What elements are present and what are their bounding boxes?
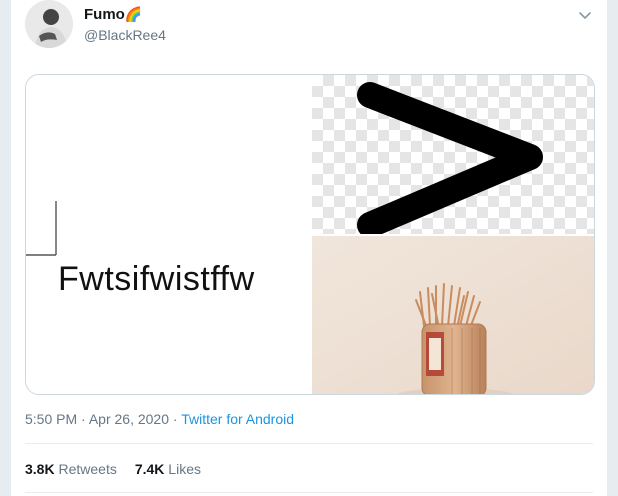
likes-stat[interactable]: 7.4K Likes <box>135 461 201 477</box>
divider <box>25 492 593 493</box>
author-handle[interactable]: @BlackRee4 <box>84 27 166 43</box>
bracket-mark <box>26 201 57 256</box>
retweets-label: Retweets <box>58 461 117 477</box>
media-grid: Fwtsifwistffw <box>25 74 595 395</box>
media-tile-text[interactable]: Fwtsifwistffw <box>26 75 310 394</box>
tweet-card: Fumo🌈 @BlackRee4 Fwtsifwistffw 5:50 PM ·… <box>10 0 608 496</box>
separator-dot: · <box>172 411 178 427</box>
divider <box>25 443 593 444</box>
tweet-stats: 3.8K Retweets 7.4K Likes <box>25 461 201 477</box>
chevron-down-icon[interactable] <box>577 7 593 23</box>
separator-dot: · <box>81 411 86 427</box>
author-name-text: Fumo <box>84 6 125 23</box>
likes-count: 7.4K <box>134 461 165 477</box>
likes-label: Likes <box>168 461 201 477</box>
avatar-image <box>25 0 73 48</box>
tweet-timestamp: 5:50 PM · Apr 26, 2020 · Twitter for And… <box>25 411 294 427</box>
tweet-time[interactable]: 5:50 PM <box>25 411 77 427</box>
meme-text: Fwtsifwistffw <box>58 260 255 298</box>
rainbow-emoji: 🌈 <box>124 6 143 22</box>
avatar[interactable] <box>25 0 73 48</box>
toothpick-jar-image <box>312 236 594 394</box>
greater-than-symbol <box>357 82 543 238</box>
retweets-stat[interactable]: 3.8K Retweets <box>25 461 117 477</box>
author-name[interactable]: Fumo🌈 <box>84 6 142 23</box>
media-tile-toothpicks[interactable] <box>312 236 594 394</box>
tweet-source-link[interactable]: Twitter for Android <box>181 411 294 427</box>
media-tile-arrow[interactable] <box>312 75 594 238</box>
retweets-count: 3.8K <box>25 461 55 477</box>
tweet-date[interactable]: Apr 26, 2020 <box>89 411 169 427</box>
